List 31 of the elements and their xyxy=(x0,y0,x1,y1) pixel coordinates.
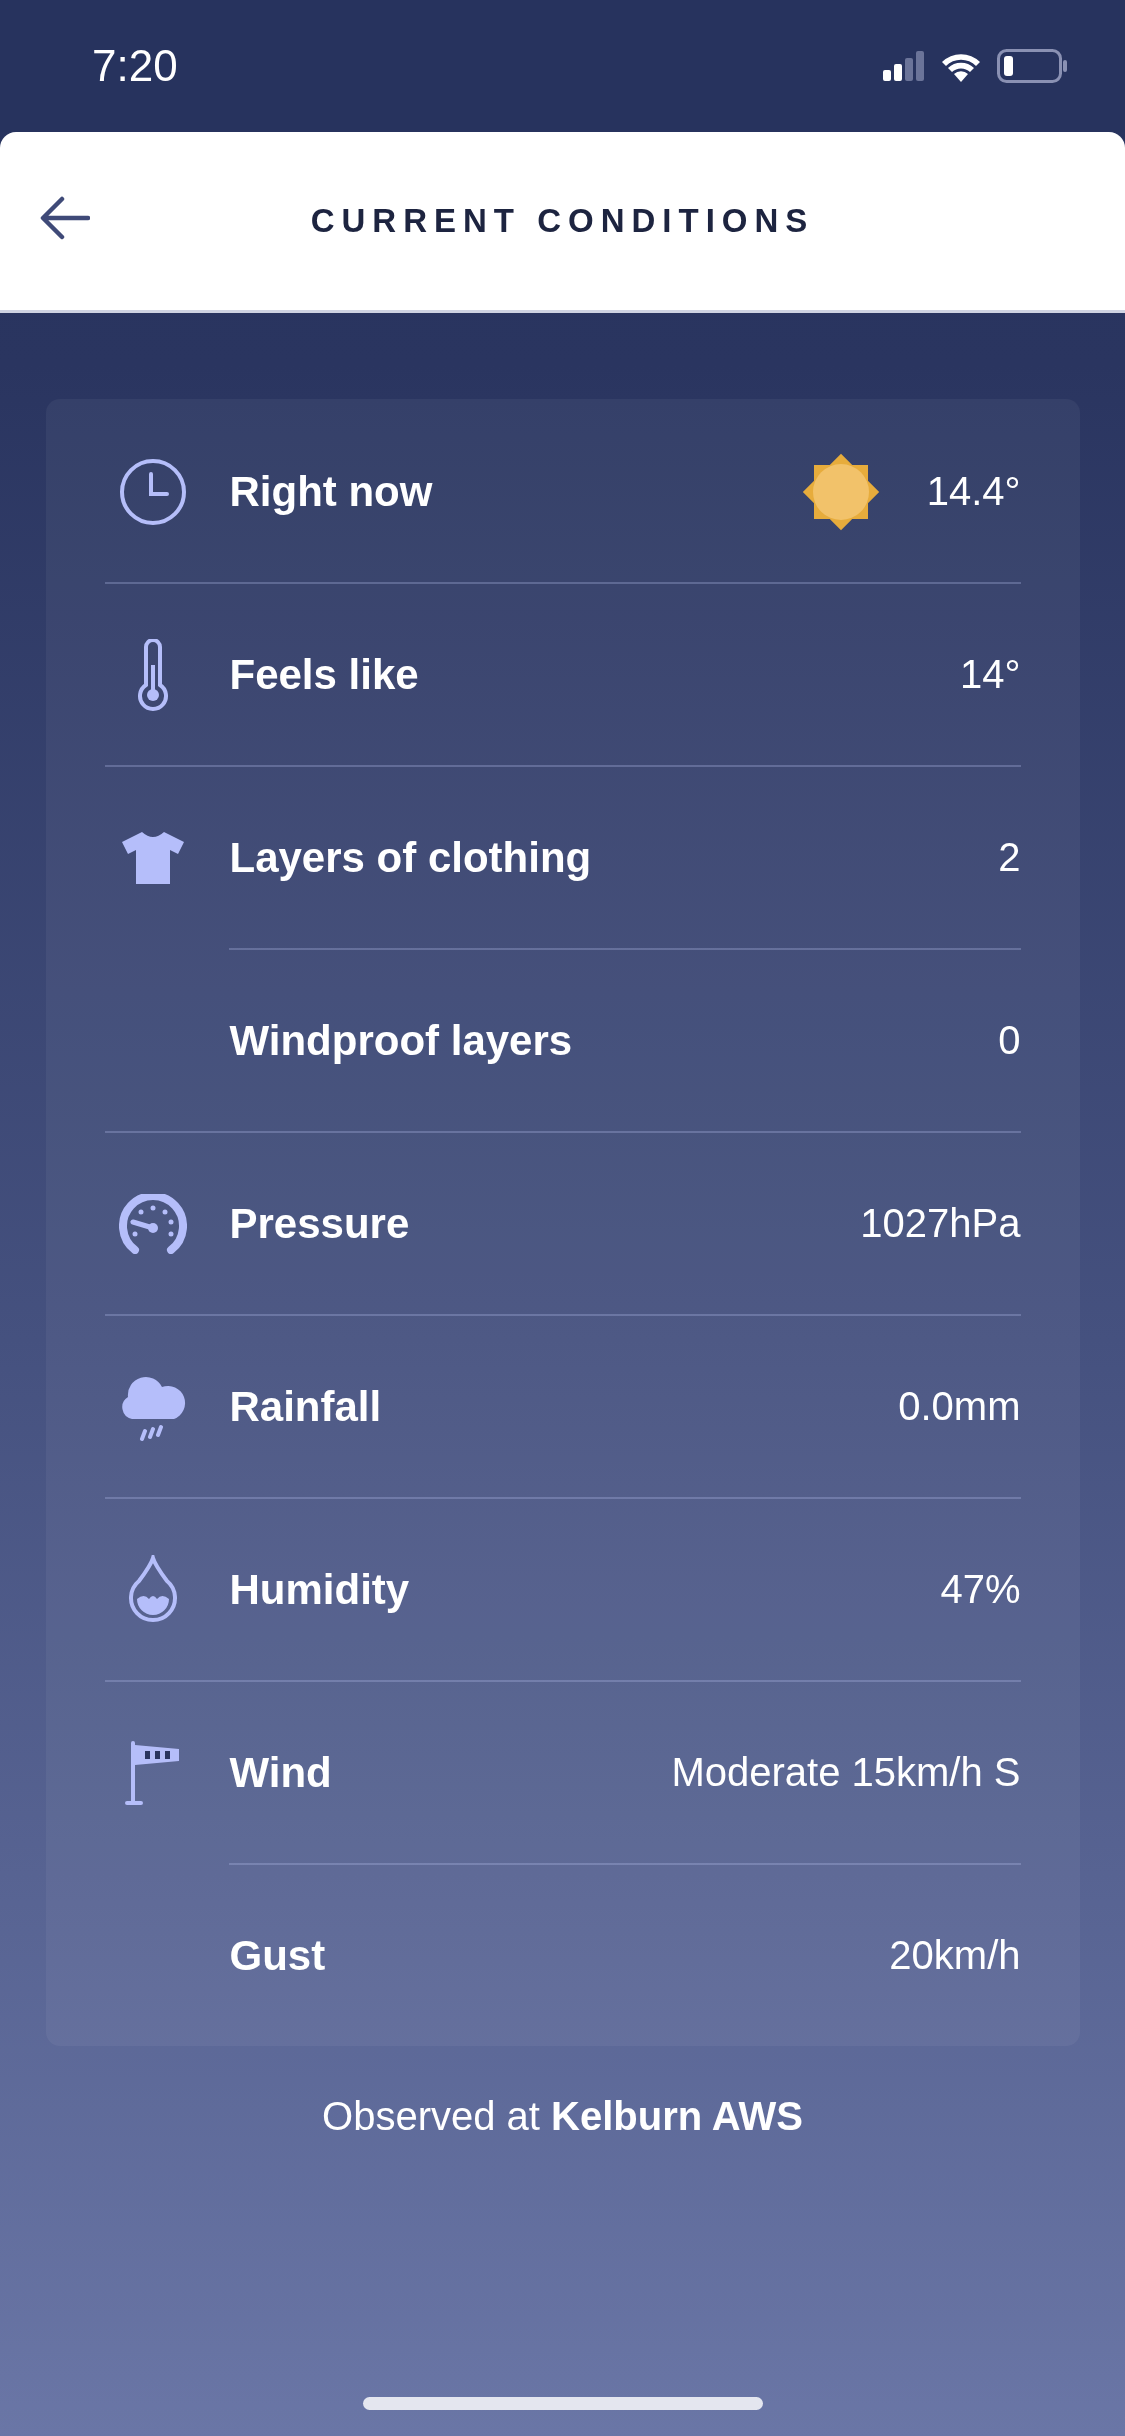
water-drop-icon xyxy=(127,1554,179,1625)
status-time: 7:20 xyxy=(92,41,178,91)
condition-value: 47% xyxy=(940,1567,1021,1612)
battery-icon xyxy=(997,49,1069,83)
condition-value: Moderate 15km/h S xyxy=(671,1750,1021,1795)
condition-label: Wind xyxy=(229,1748,333,1797)
back-button[interactable] xyxy=(40,196,90,240)
condition-label: Gust xyxy=(229,1931,327,1980)
condition-value: 2 xyxy=(998,835,1021,880)
condition-value: 14.4° xyxy=(926,469,1021,514)
condition-value: 14° xyxy=(960,652,1021,697)
condition-label: Humidity xyxy=(229,1565,411,1614)
windsock-icon xyxy=(125,1740,181,1805)
condition-label: Rainfall xyxy=(229,1382,383,1431)
clock-icon xyxy=(119,457,187,526)
thermometer-icon xyxy=(136,638,170,711)
gauge-icon xyxy=(119,1193,187,1254)
observation-note: Observed at Kelburn AWS xyxy=(322,2094,803,2139)
page-title: CURRENT CONDITIONS xyxy=(310,202,815,240)
condition-value: 20km/h xyxy=(889,1933,1021,1978)
condition-label: Windproof layers xyxy=(229,1016,574,1065)
condition-label: Pressure xyxy=(229,1199,411,1248)
condition-label: Layers of clothing xyxy=(229,833,593,882)
condition-label: Right now xyxy=(229,467,434,516)
t-shirt-icon xyxy=(122,831,184,884)
back-arrow-icon xyxy=(40,196,90,240)
condition-label: Feels like xyxy=(229,650,420,699)
signal-icon xyxy=(883,51,925,81)
condition-value: 0.0mm xyxy=(898,1384,1021,1429)
condition-value: 1027hPa xyxy=(860,1201,1021,1246)
condition-value: 0 xyxy=(998,1018,1021,1063)
